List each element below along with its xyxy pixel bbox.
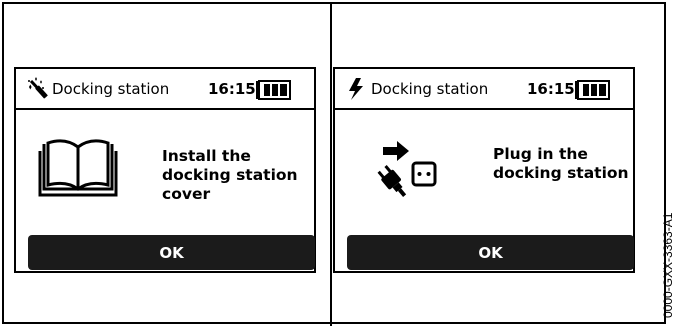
- figure-code: 0000-GXX-3363-A1: [661, 212, 674, 318]
- plug-into-socket-icon: [377, 141, 437, 197]
- title-bar: Docking station 16:15: [16, 69, 314, 110]
- magic-wand-icon: [28, 77, 48, 99]
- screen-title: Docking station: [52, 80, 170, 98]
- clock-time: 16:15: [527, 80, 575, 98]
- screen-plug-in: Docking station 16:15 Plug in the dockin…: [333, 67, 635, 273]
- screen-title: Docking station: [371, 80, 489, 98]
- screen-install-cover: Docking station 16:15 Install the dockin…: [14, 67, 316, 273]
- ok-button[interactable]: OK: [347, 235, 634, 270]
- instruction-message: Plug in the docking station: [493, 145, 629, 182]
- open-book-icon: [38, 139, 118, 197]
- clock-time: 16:15: [208, 80, 256, 98]
- instruction-message: Install the docking station cover: [162, 147, 298, 203]
- battery-icon: [575, 80, 610, 100]
- battery-icon: [256, 80, 291, 100]
- lightning-bolt-icon: [349, 78, 363, 100]
- ok-button[interactable]: OK: [28, 235, 315, 270]
- title-bar: Docking station 16:15: [335, 69, 633, 110]
- panel-divider: [330, 2, 332, 326]
